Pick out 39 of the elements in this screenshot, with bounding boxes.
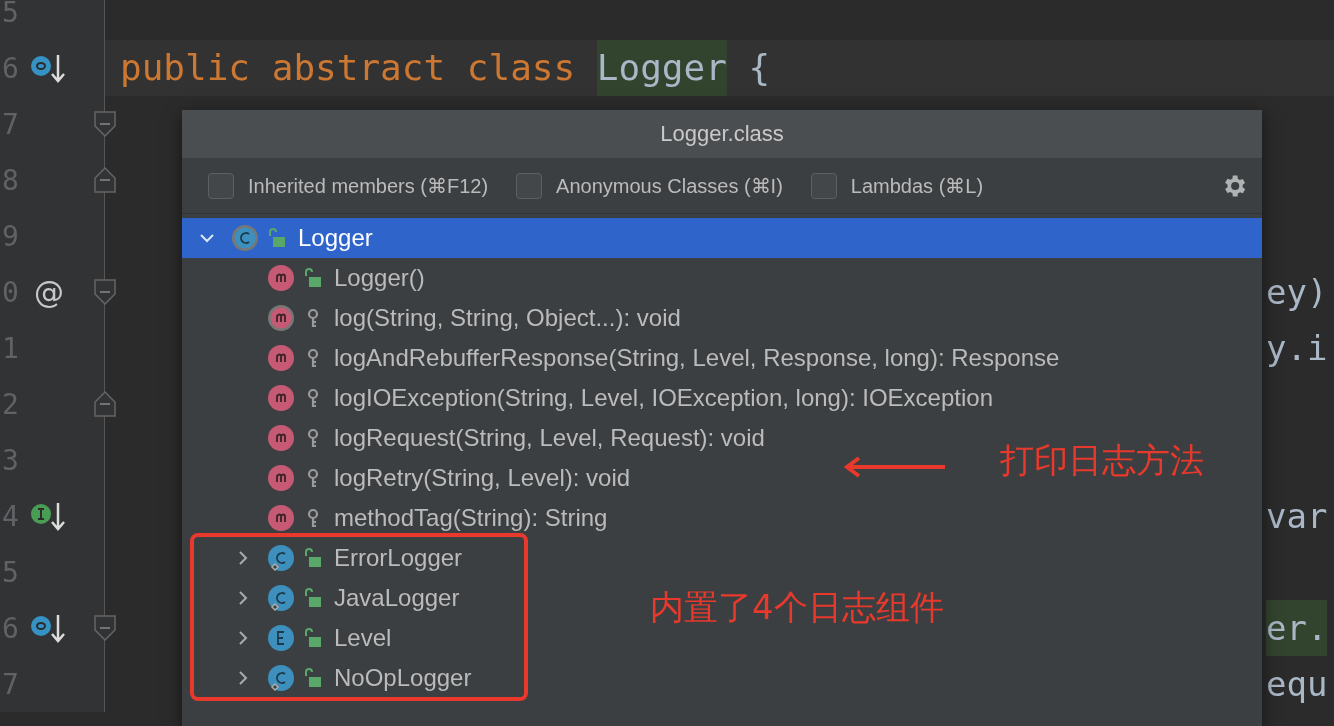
code-token: er. xyxy=(1266,600,1328,656)
fold-marker-icon[interactable] xyxy=(93,278,117,306)
override-marker-icon[interactable] xyxy=(30,613,68,643)
tree-item[interactable]: Logger xyxy=(298,224,373,252)
code-token: y.i xyxy=(1266,327,1328,370)
checkbox[interactable] xyxy=(516,172,543,199)
selected-tree-row[interactable]: Logger xyxy=(182,218,1262,258)
code-token: public abstract class xyxy=(120,46,577,90)
override-marker-icon[interactable] xyxy=(30,53,68,83)
tree-item[interactable]: logRequest(String, Level, Request): void xyxy=(334,424,765,452)
annotation-marker[interactable]: @ xyxy=(34,274,64,310)
code-token: ey) xyxy=(1266,271,1328,314)
fold-marker-icon[interactable] xyxy=(93,614,117,642)
fold-marker-icon[interactable] xyxy=(93,390,117,418)
code-token: var xyxy=(1266,495,1328,538)
checkbox[interactable] xyxy=(208,172,234,199)
code-token: { xyxy=(747,46,771,90)
tree-item[interactable]: logRetry(String, Level): void xyxy=(334,464,631,492)
checkbox[interactable] xyxy=(810,172,837,199)
checkbox-label[interactable]: Inherited members (⌘F12) xyxy=(248,173,489,198)
tree-item[interactable]: logIOException(String, Level, IOException, long): IOException xyxy=(334,384,993,412)
tree-item[interactable]: JavaLogger xyxy=(334,584,460,612)
annotation-text: 内置了4个日志组件 xyxy=(650,586,944,629)
tree-item[interactable]: log(String, String, Object...): void xyxy=(334,304,681,332)
implemented-marker-icon[interactable] xyxy=(30,501,68,531)
code-token: equ xyxy=(1266,663,1328,706)
code-token: Logger xyxy=(596,40,727,96)
checkbox-label[interactable]: Lambdas (⌘L) xyxy=(850,173,984,198)
tree-item[interactable]: Level xyxy=(334,624,392,652)
tree-item[interactable]: methodTag(String): String xyxy=(334,504,608,532)
fold-marker-icon[interactable] xyxy=(93,110,117,138)
tree-item[interactable]: NoOpLogger xyxy=(334,664,472,692)
tree-item[interactable]: Logger() xyxy=(334,264,425,292)
annotation-text: 打印日志方法 xyxy=(1000,439,1204,482)
popup-title: Logger.class xyxy=(660,121,784,147)
tree-item[interactable]: logAndRebufferResponse(String, Level, Response, long): Response xyxy=(334,344,1060,372)
checkbox-label[interactable]: Anonymous Classes (⌘I) xyxy=(556,173,783,198)
fold-marker-icon[interactable] xyxy=(93,166,117,194)
tree-item[interactable]: ErrorLogger xyxy=(334,544,463,572)
